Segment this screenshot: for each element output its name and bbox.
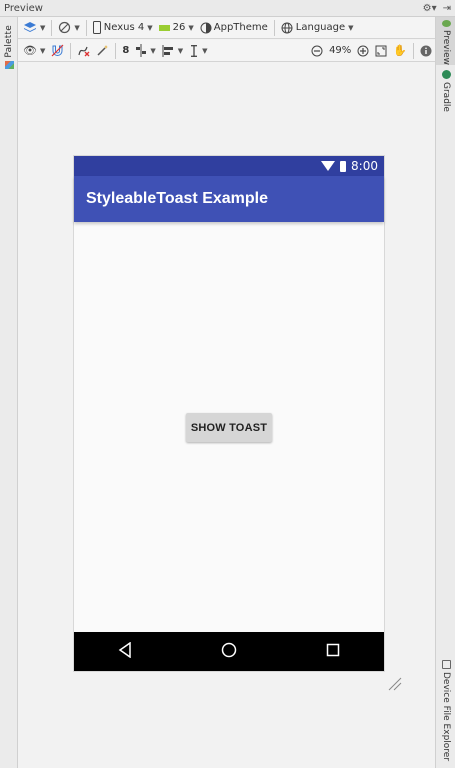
top-toolbar: ▼ ▼ Nexus 4 ▼ 26 ▼ AppTheme Language ▼ [18,17,435,39]
settings-gear-icon[interactable]: ⚙▾ [423,3,437,14]
device-preview: 8:00 StyleableToast Example SHOW TOAST [74,156,384,671]
preview-tab[interactable]: Preview [436,17,455,65]
globe-icon [281,22,293,33]
theme-name: AppTheme [213,22,268,33]
hand-icon: ✋ [393,44,407,57]
palette-icon [4,60,14,69]
layers-icon [24,22,36,32]
app-title: StyleableToast Example [86,190,268,207]
device-selector[interactable]: Nexus 4 ▼ [90,18,156,38]
phone-icon [92,21,101,34]
device-icon [441,660,451,669]
palette-tab[interactable]: Palette [0,25,18,69]
home-button[interactable] [221,642,237,661]
api-icon [158,24,170,31]
recents-square-icon [326,643,339,657]
language-selector[interactable]: Language ▼ [278,18,357,38]
battery-icon [340,160,347,172]
pack-icon [136,44,147,57]
view-options-button[interactable]: 👁 ▼ [20,41,48,61]
wifi-icon [321,161,336,171]
status-time: 8:00 [351,159,378,173]
orientation-icon [59,21,71,34]
theme-icon [200,22,212,33]
home-circle-icon [221,642,237,658]
zoom-in-icon [357,45,369,56]
show-toast-button[interactable]: SHOW TOAST [186,413,272,442]
magic-wand-icon [97,45,109,56]
autoconnect-toggle[interactable] [48,41,67,61]
resize-handle-icon[interactable] [388,677,402,691]
infer-constraints-button[interactable] [93,41,112,61]
zoom-out-button[interactable] [308,41,326,61]
back-triangle-icon [119,641,132,659]
status-bar: 8:00 [74,156,384,176]
api-level-selector[interactable]: 26 ▼ [156,18,197,38]
guideline-icon [191,44,198,57]
zoom-fit-icon [375,45,387,56]
eye-icon: 👁 [23,44,37,57]
align-button[interactable]: ▼ [159,41,186,61]
default-margins-button[interactable]: 8 [119,41,132,61]
clear-constraints-button[interactable] [74,41,93,61]
magnet-off-icon [51,44,64,57]
right-tool-strip: Preview Gradle Device File Explorer [435,17,455,768]
preview-tab-label: Preview [441,29,451,65]
clear-constraints-icon [78,46,90,57]
gradle-tab[interactable]: Gradle [436,67,455,112]
pack-button[interactable]: ▼ [132,41,158,61]
zoom-out-icon [311,45,323,56]
align-left-icon [162,44,173,57]
device-name: Nexus 4 [103,22,145,33]
guidelines-button[interactable]: ▼ [186,41,210,61]
zoom-to-fit-button[interactable] [372,41,390,61]
gradle-tab-label: Gradle [441,82,451,112]
info-icon [420,45,432,56]
default-margin-value: 8 [122,45,130,56]
second-toolbar: 👁 ▼ 8 ▼ ▼ ▼ 49% ✋ [18,40,435,62]
design-canvas: 8:00 StyleableToast Example SHOW TOAST [18,63,435,768]
theme-selector[interactable]: AppTheme [197,18,271,38]
preview-title-bar: Preview ⚙▾ ⇥ [0,0,455,17]
pan-button[interactable]: ✋ [390,41,410,61]
navigation-bar [74,632,384,671]
zoom-in-button[interactable] [354,41,372,61]
window-title: Preview [4,2,43,14]
back-button[interactable] [118,641,132,661]
gradle-icon [441,70,451,79]
hide-panel-icon[interactable]: ⇥ [443,3,451,14]
palette-tab-label: Palette [4,25,14,58]
left-tool-strip: Palette [0,17,18,768]
app-bar: StyleableToast Example [74,176,384,222]
warnings-button[interactable] [417,41,435,61]
api-level: 26 [172,22,186,33]
device-file-explorer-label: Device File Explorer [441,672,451,762]
design-surface-button[interactable]: ▼ [20,18,48,38]
recents-button[interactable] [326,643,340,660]
language-label: Language [295,22,346,33]
orientation-button[interactable]: ▼ [55,18,82,38]
android-icon [441,20,451,27]
zoom-level: 49% [329,45,352,56]
device-file-explorer-tab[interactable]: Device File Explorer [436,657,455,761]
